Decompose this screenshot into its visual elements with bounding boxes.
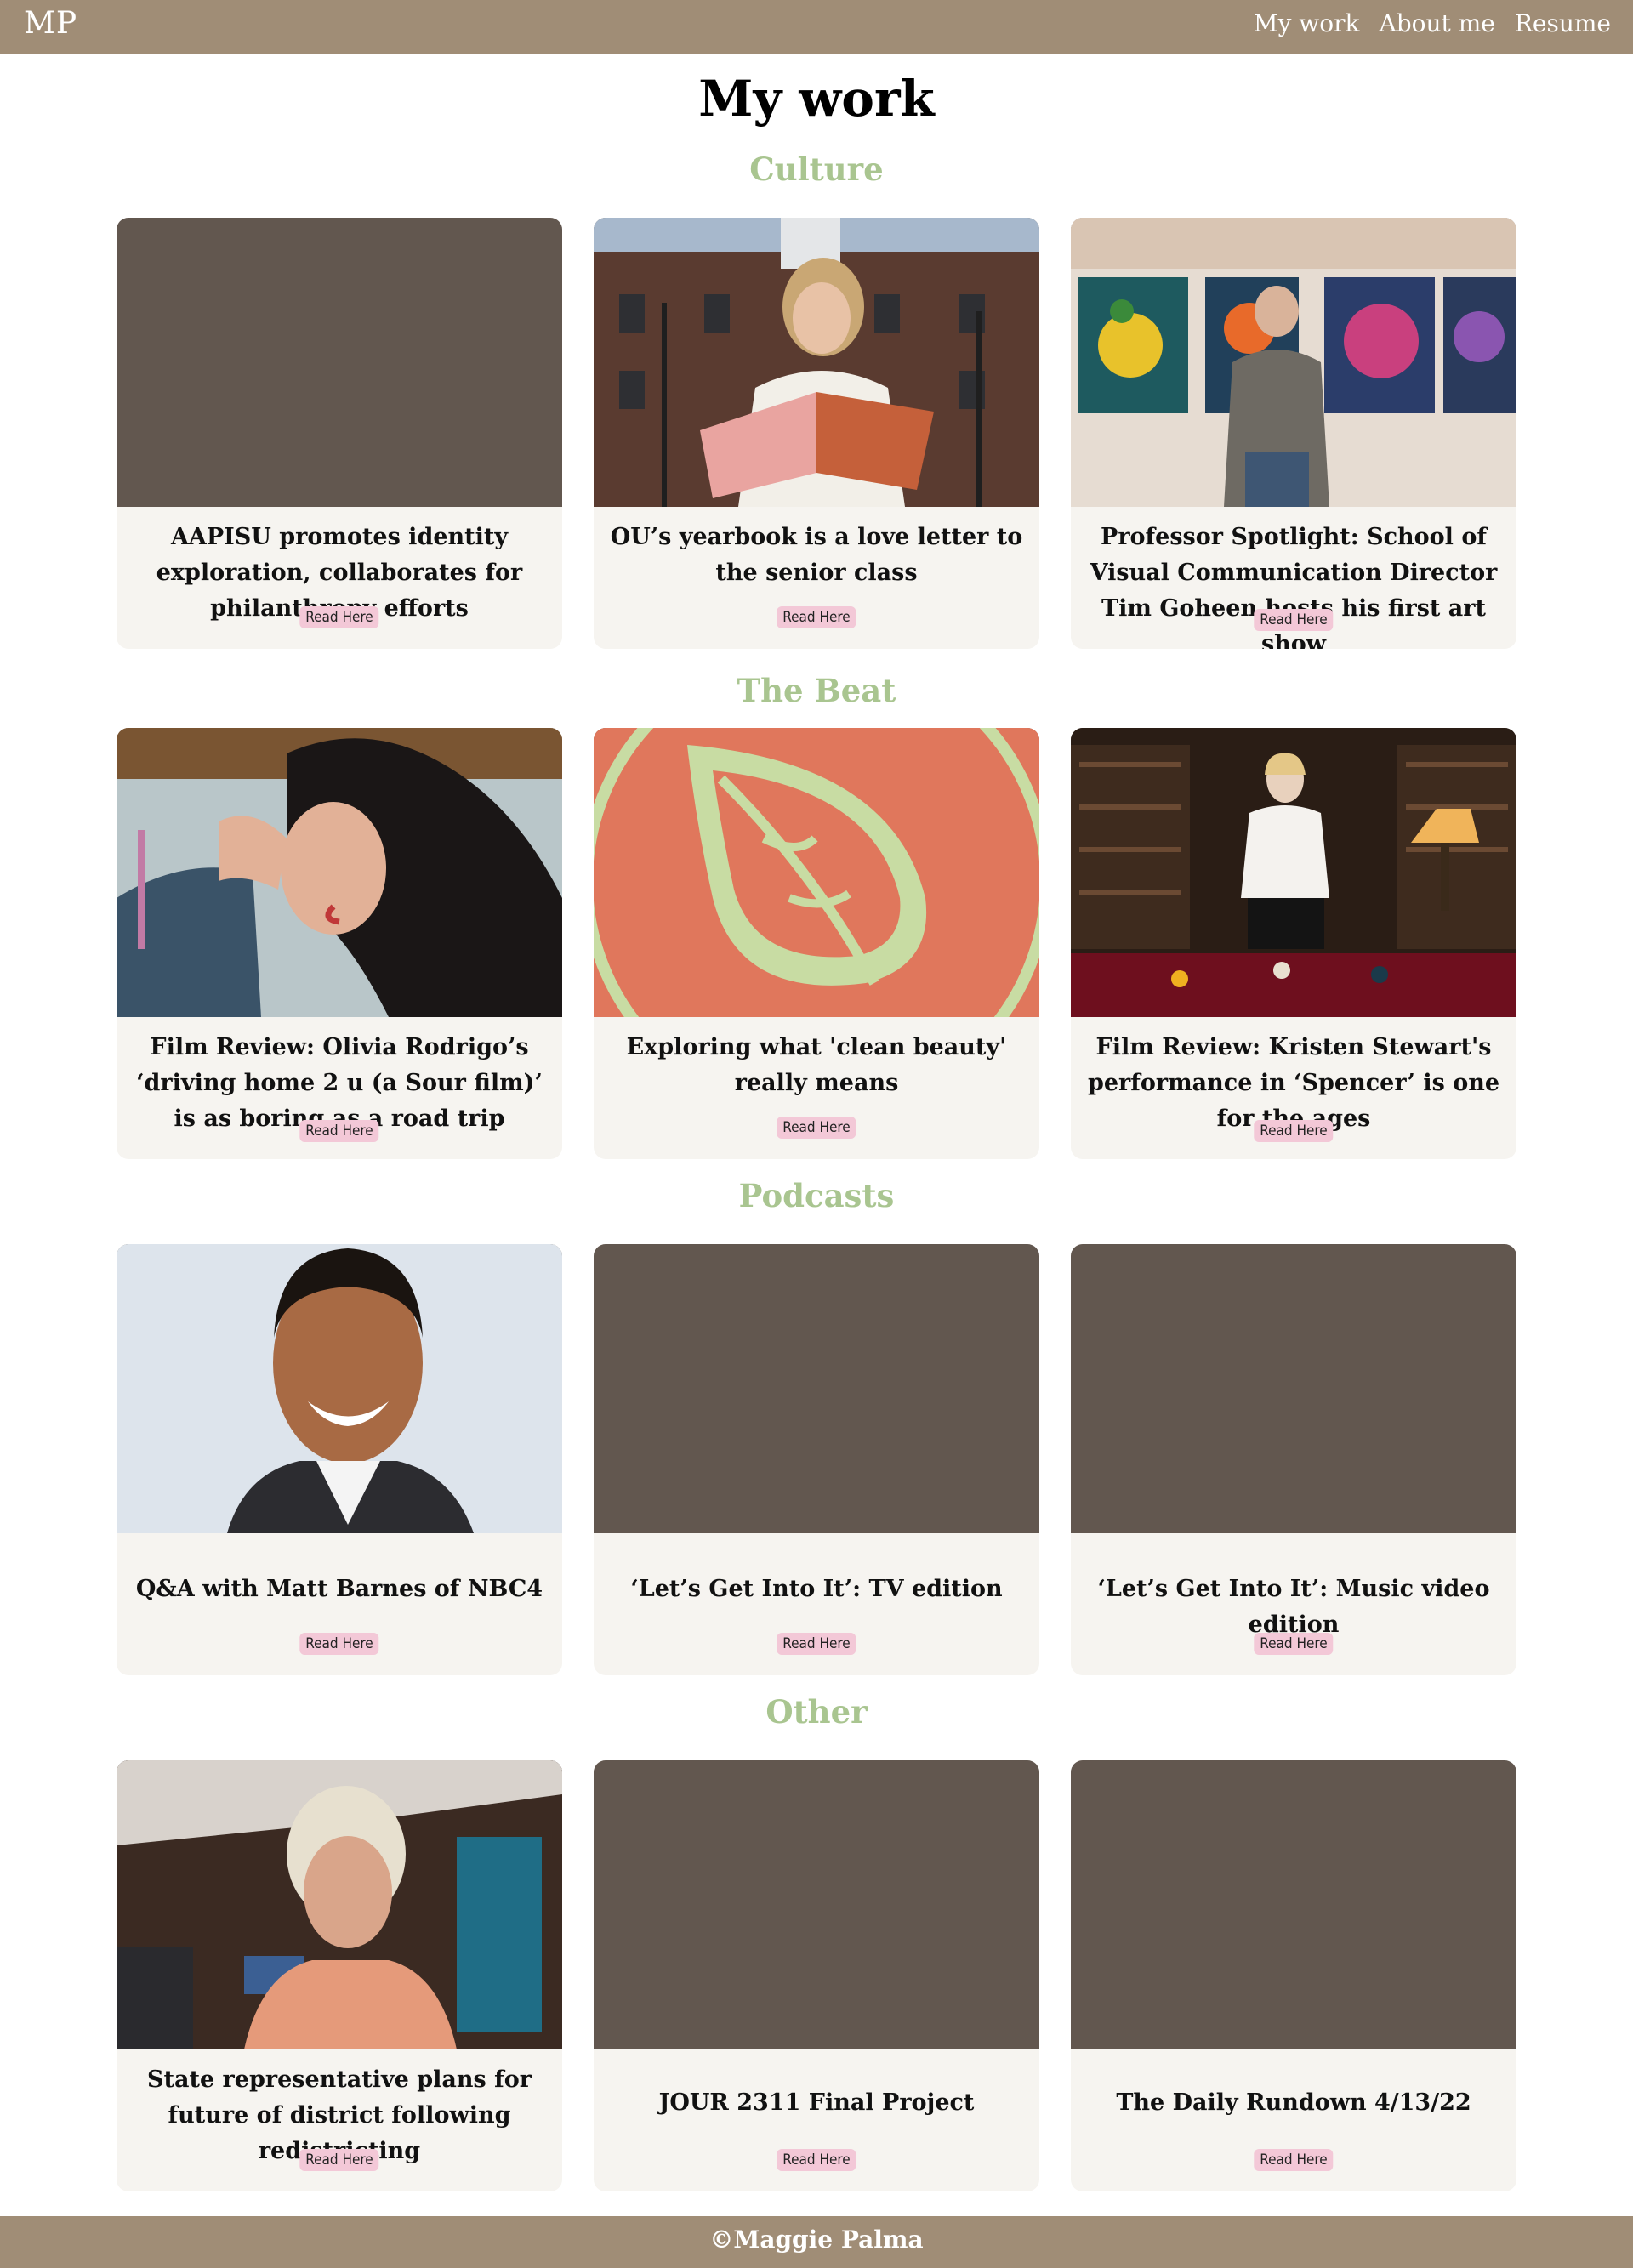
article-card: ‘Let’s Get Into It’: TV edition Read Her… (594, 1244, 1039, 1675)
article-image-placeholder[interactable] (117, 218, 562, 507)
leaf-illustration[interactable] (594, 728, 1039, 1017)
article-card: Film Review: Kristen Stewart's performan… (1071, 728, 1516, 1159)
article-title: OU’s yearbook is a love letter to the se… (610, 524, 1023, 586)
article-image-placeholder[interactable] (1071, 1244, 1516, 1533)
section-title-other: Other (765, 1693, 868, 1731)
article-card: Exploring what 'clean beauty' really mea… (594, 728, 1039, 1159)
article-title: JOUR 2311 Final Project (658, 2089, 975, 2116)
nav-link-resume[interactable]: Resume (1515, 7, 1611, 41)
footer-copyright: ©Maggie Palma (709, 2225, 924, 2254)
article-card: AAPISU promotes identity exploration, co… (117, 218, 562, 649)
article-title: Exploring what 'clean beauty' really mea… (626, 1034, 1007, 1096)
state-representative-video-photo[interactable] (117, 1760, 562, 2049)
article-image-placeholder[interactable] (594, 1244, 1039, 1533)
article-title: ‘Let’s Get Into It’: TV edition (630, 1576, 1003, 1602)
section-title-culture: Culture (749, 151, 884, 188)
nav-link-about-me[interactable]: About me (1380, 7, 1495, 41)
article-card: OU’s yearbook is a love letter to the se… (594, 218, 1039, 649)
section-title-the-beat: The Beat (737, 672, 896, 709)
page-title: My work (698, 70, 935, 128)
read-here-button[interactable]: Read Here (777, 2149, 856, 2171)
matt-barnes-headshot-photo[interactable] (117, 1244, 562, 1533)
article-card: JOUR 2311 Final Project Read Here (594, 1760, 1039, 2191)
read-here-button[interactable]: Read Here (777, 1117, 856, 1139)
spencer-billiards-room-photo[interactable] (1071, 728, 1516, 1017)
section-title-podcasts: Podcasts (738, 1177, 895, 1214)
read-here-button[interactable]: Read Here (299, 2149, 379, 2171)
woman-reading-yearbook-photo[interactable] (594, 218, 1039, 507)
article-card: The Daily Rundown 4/13/22 Read Here (1071, 1760, 1516, 2191)
article-card: State representative plans for future of… (117, 1760, 562, 2191)
read-here-button[interactable]: Read Here (299, 1633, 379, 1655)
read-here-button[interactable]: Read Here (1254, 2149, 1334, 2171)
man-with-flower-paintings-photo[interactable] (1071, 218, 1516, 507)
nav-link-my-work[interactable]: My work (1254, 7, 1360, 41)
read-here-button[interactable]: Read Here (1254, 1120, 1334, 1142)
read-here-button[interactable]: Read Here (777, 1633, 856, 1655)
article-image-placeholder[interactable] (594, 1760, 1039, 2049)
article-card: Q&A with Matt Barnes of NBC4 Read Here (117, 1244, 562, 1675)
article-card: Professor Spotlight: School of Visual Co… (1071, 218, 1516, 649)
read-here-button[interactable]: Read Here (299, 1120, 379, 1142)
top-navbar: MP My work About me Resume (0, 0, 1633, 54)
olivia-rodrigo-portrait-photo[interactable] (117, 728, 562, 1017)
main-nav: My work About me Resume (1254, 7, 1611, 41)
read-here-button[interactable]: Read Here (299, 606, 379, 628)
article-title: Q&A with Matt Barnes of NBC4 (135, 1576, 543, 1602)
site-logo[interactable]: MP (24, 3, 77, 44)
footer: ©Maggie Palma (0, 2216, 1633, 2268)
read-here-button[interactable]: Read Here (1254, 609, 1334, 631)
article-image-placeholder[interactable] (1071, 1760, 1516, 2049)
read-here-button[interactable]: Read Here (1254, 1633, 1334, 1655)
article-card: Film Review: Olivia Rodrigo’s ‘driving h… (117, 728, 562, 1159)
article-card: ‘Let’s Get Into It’: Music video edition… (1071, 1244, 1516, 1675)
article-title: The Daily Rundown 4/13/22 (1116, 2089, 1471, 2116)
read-here-button[interactable]: Read Here (777, 606, 856, 628)
